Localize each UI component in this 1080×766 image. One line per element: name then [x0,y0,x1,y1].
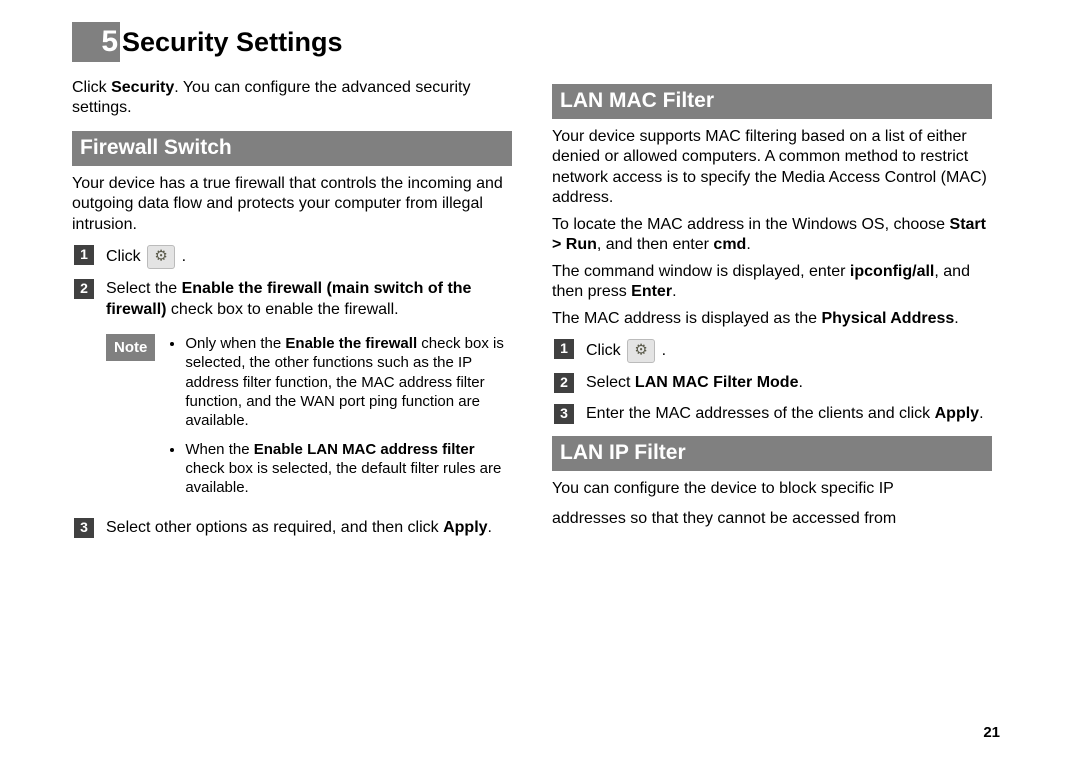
mac-step-2: 2 Select LAN MAC Filter Mode. [552,373,992,393]
step-number-1b: 1 [554,339,574,359]
step-number-2b: 2 [554,373,574,393]
step1-pre: Click [106,248,145,265]
note-body: Only when the Enable the firewall check … [167,334,512,508]
gear-icon [627,339,655,363]
step-number-3b: 3 [554,404,574,424]
note-bullet-1: Only when the Enable the firewall check … [185,334,512,430]
intro-bold: Security [111,79,174,96]
note-bullet-2: When the Enable LAN MAC address filter c… [185,440,512,498]
mac-para-2: To locate the MAC address in the Windows… [552,215,992,256]
chapter-title: Security Settings [120,22,343,62]
mac-para-4: The MAC address is displayed as the Phys… [552,309,992,329]
intro-paragraph: Click Security. You can configure the ad… [72,78,512,119]
step-number-3: 3 [74,518,94,538]
mac-step1-post: . [662,342,666,359]
step1-post: . [182,248,186,265]
right-column: LAN MAC Filter Your device supports MAC … [552,72,992,548]
section-lan-mac: LAN MAC Filter [552,84,992,119]
ip-para-1a: You can configure the device to block sp… [552,479,992,499]
firewall-step-3: 3 Select other options as required, and … [72,518,512,538]
left-column: Click Security. You can configure the ad… [72,72,512,548]
firewall-desc: Your device has a true firewall that con… [72,174,512,235]
firewall-step-2: 2 Select the Enable the firewall (main s… [72,279,512,320]
section-firewall-switch: Firewall Switch [72,131,512,166]
firewall-step-1: 1 Click . [72,245,512,269]
mac-para-3: The command window is displayed, enter i… [552,262,992,303]
step3-post: . [488,519,492,536]
gear-icon [147,245,175,269]
mac-para-1: Your device supports MAC filtering based… [552,127,992,209]
step2-post: check box to enable the firewall. [166,301,398,318]
chapter-number-box: 5 [72,22,120,62]
note-badge: Note [106,334,155,361]
step2-pre: Select the [106,280,182,297]
mac-step1-pre: Click [586,342,625,359]
section-lan-ip: LAN IP Filter [552,436,992,471]
step3-pre: Select other options as required, and th… [106,519,443,536]
intro-text: Click [72,79,111,96]
step-number-2: 2 [74,279,94,299]
manual-page: 5 Security Settings Click Security. You … [0,0,1080,766]
note-block: Note Only when the Enable the firewall c… [106,334,512,508]
ip-para-1b: addresses so that they cannot be accesse… [552,509,992,529]
step3-bold: Apply [443,519,487,536]
page-number: 21 [983,723,1000,742]
mac-step-1: 1 Click . [552,339,992,363]
mac-step-3: 3 Enter the MAC addresses of the clients… [552,404,992,424]
chapter-header: 5 Security Settings [72,22,1008,62]
step-number-1: 1 [74,245,94,265]
